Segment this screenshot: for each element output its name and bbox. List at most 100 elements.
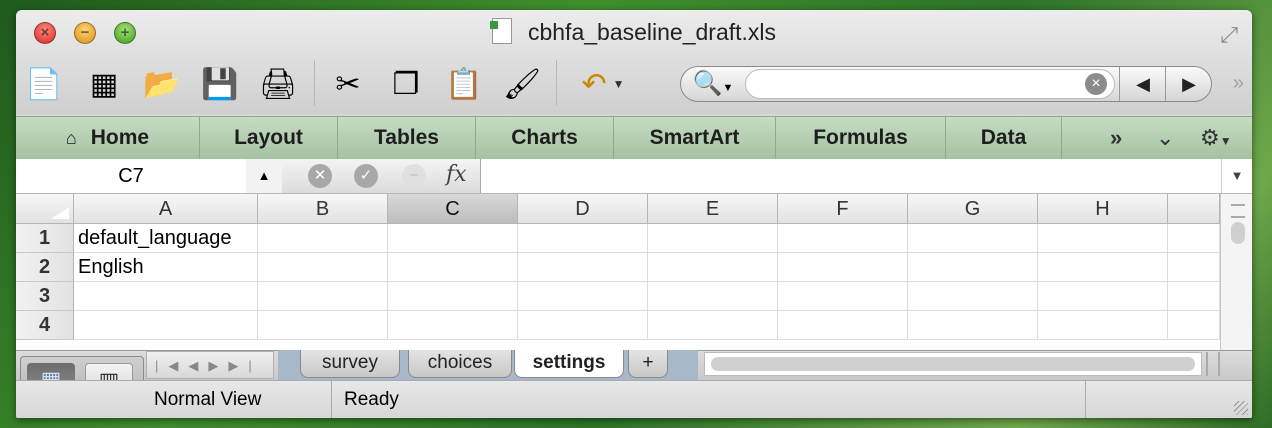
- cell[interactable]: English: [74, 253, 258, 282]
- cell[interactable]: [74, 311, 258, 340]
- name-box[interactable]: C7: [16, 159, 247, 193]
- fx-label[interactable]: fx: [446, 162, 467, 187]
- cell[interactable]: [518, 224, 648, 253]
- cell[interactable]: [648, 224, 778, 253]
- tab-formulas[interactable]: Formulas: [776, 117, 946, 159]
- formula-input[interactable]: [482, 159, 1222, 193]
- cancel-entry-icon[interactable]: ✕: [308, 164, 332, 188]
- cell[interactable]: [258, 311, 388, 340]
- vertical-scrollbar[interactable]: [1220, 194, 1252, 350]
- clear-search-icon[interactable]: ×: [1085, 73, 1107, 95]
- horizontal-scroll-thumb[interactable]: [711, 357, 1195, 371]
- cell[interactable]: [74, 282, 258, 311]
- cell[interactable]: [648, 282, 778, 311]
- cell[interactable]: [258, 253, 388, 282]
- cell[interactable]: [388, 311, 518, 340]
- cell[interactable]: [908, 224, 1038, 253]
- cell[interactable]: [1038, 282, 1168, 311]
- tab-data[interactable]: Data: [946, 117, 1062, 159]
- row-header[interactable]: 3: [16, 282, 74, 311]
- horizontal-split-handle[interactable]: [1206, 352, 1220, 376]
- cell[interactable]: [388, 282, 518, 311]
- search-back-button[interactable]: ◀: [1119, 67, 1166, 101]
- row-header[interactable]: 2: [16, 253, 74, 282]
- cell[interactable]: [1168, 311, 1220, 340]
- cell[interactable]: [778, 311, 908, 340]
- save-button[interactable]: 💾: [198, 62, 242, 106]
- cell[interactable]: [778, 253, 908, 282]
- tab-smartart[interactable]: SmartArt: [614, 117, 776, 159]
- resize-grip[interactable]: [1234, 401, 1248, 415]
- vertical-scroll-thumb[interactable]: [1231, 222, 1245, 244]
- select-all-corner[interactable]: [16, 194, 74, 224]
- tab-tables[interactable]: Tables: [338, 117, 476, 159]
- cell[interactable]: [1038, 311, 1168, 340]
- sheet-navigation-arrows[interactable]: |◀◀▶▶|: [146, 351, 274, 379]
- formula-expand-icon[interactable]: ▼: [1221, 159, 1252, 193]
- column-header-b[interactable]: B: [258, 194, 388, 224]
- ribbon-collapse-icon[interactable]: ⌄: [1156, 117, 1174, 159]
- cell[interactable]: [1168, 282, 1220, 311]
- add-sheet-button[interactable]: +: [628, 350, 668, 378]
- sheet-tab-survey[interactable]: survey: [300, 350, 400, 378]
- cell[interactable]: [388, 224, 518, 253]
- name-box-stepper[interactable]: ▲: [246, 159, 283, 193]
- cell[interactable]: [518, 282, 648, 311]
- cell[interactable]: [518, 311, 648, 340]
- cell[interactable]: [778, 282, 908, 311]
- sheet-tab-settings[interactable]: settings: [514, 350, 624, 378]
- new-button[interactable]: 📄: [22, 62, 66, 106]
- split-handle[interactable]: [1231, 204, 1245, 218]
- document-icon: [489, 18, 512, 44]
- search-icon[interactable]: 🔍▼: [685, 69, 741, 99]
- cell[interactable]: [648, 253, 778, 282]
- search-input[interactable]: [745, 69, 1115, 99]
- cell[interactable]: [648, 311, 778, 340]
- copy-button[interactable]: ❐: [384, 62, 428, 106]
- cell[interactable]: [778, 224, 908, 253]
- confirm-entry-icon[interactable]: ✓: [354, 164, 378, 188]
- column-header-g[interactable]: G: [908, 194, 1038, 224]
- column-header-partial[interactable]: [1168, 194, 1220, 224]
- cell[interactable]: [1038, 253, 1168, 282]
- cell[interactable]: [388, 253, 518, 282]
- ribbon-settings-icon[interactable]: ⚙▼: [1200, 117, 1232, 159]
- templates-button[interactable]: ▦: [82, 62, 126, 106]
- column-header-c[interactable]: C: [388, 194, 518, 224]
- cell[interactable]: [1168, 224, 1220, 253]
- cut-button[interactable]: ✂: [326, 62, 370, 106]
- column-header-f[interactable]: F: [778, 194, 908, 224]
- status-text: Ready: [332, 381, 1086, 418]
- column-header-d[interactable]: D: [518, 194, 648, 224]
- search-forward-button[interactable]: ▶: [1165, 67, 1212, 101]
- tab-charts[interactable]: Charts: [476, 117, 614, 159]
- column-header-e[interactable]: E: [648, 194, 778, 224]
- row-header[interactable]: 1: [16, 224, 74, 253]
- ribbon-more-icon[interactable]: »: [1110, 117, 1122, 159]
- horizontal-scrollbar[interactable]: [704, 352, 1202, 376]
- column-header-a[interactable]: A: [74, 194, 258, 224]
- tab-home[interactable]: ⌂ Home: [16, 117, 200, 159]
- tab-layout[interactable]: Layout: [200, 117, 338, 159]
- cell[interactable]: [1038, 224, 1168, 253]
- toolbar-overflow-icon[interactable]: »: [1233, 72, 1244, 95]
- undo-button[interactable]: ↶ ▼: [568, 62, 638, 106]
- format-painter-button[interactable]: 🖌: [500, 62, 544, 106]
- cell[interactable]: [908, 311, 1038, 340]
- fullscreen-icon[interactable]: ⤢: [1220, 22, 1238, 48]
- cell[interactable]: [258, 224, 388, 253]
- insert-function-icon[interactable]: −: [402, 164, 426, 188]
- paste-button[interactable]: 📋: [442, 62, 486, 106]
- open-button[interactable]: 📂: [140, 62, 184, 106]
- cell[interactable]: [258, 282, 388, 311]
- format-painter-icon: 🖌: [502, 67, 542, 101]
- cell[interactable]: [908, 253, 1038, 282]
- cell[interactable]: [1168, 253, 1220, 282]
- cell[interactable]: [518, 253, 648, 282]
- cell[interactable]: [908, 282, 1038, 311]
- print-button[interactable]: 🖨: [256, 62, 300, 106]
- sheet-tab-choices[interactable]: choices: [408, 350, 512, 378]
- column-header-h[interactable]: H: [1038, 194, 1168, 224]
- row-header[interactable]: 4: [16, 311, 74, 340]
- cell[interactable]: default_language: [74, 224, 258, 253]
